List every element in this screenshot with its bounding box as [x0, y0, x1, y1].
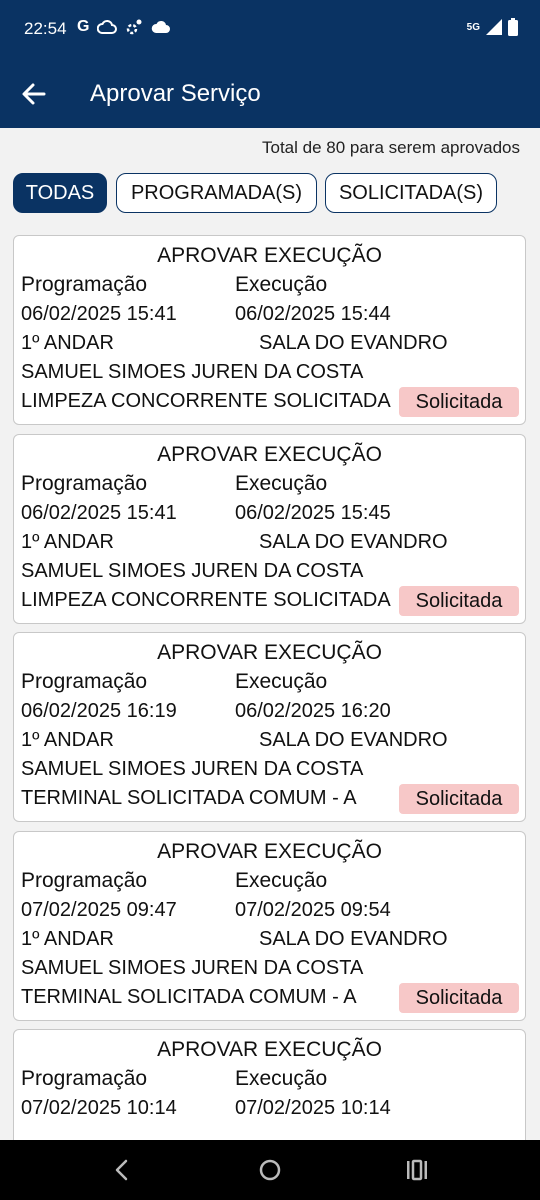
execucao-label: Execução	[235, 670, 328, 693]
network-type: 5G	[466, 21, 480, 33]
room-text: SALA DO EVANDRO	[259, 332, 448, 354]
service-card[interactable]: APROVAR EXECUÇÃO Programação Execução 06…	[13, 434, 526, 624]
nav-home-icon[interactable]	[254, 1154, 286, 1186]
programacao-label: Programação	[21, 869, 148, 892]
execucao-datetime: 07/02/2025 10:14	[235, 1097, 391, 1119]
person-name: SAMUEL SIMOES JUREN DA COSTA	[21, 758, 364, 780]
card-title: APROVAR EXECUÇÃO	[157, 840, 382, 863]
total-pending-text: Total de 80 para serem aprovados	[262, 138, 520, 157]
person-name: SAMUEL SIMOES JUREN DA COSTA	[21, 957, 364, 979]
notification-icons: G	[77, 18, 171, 36]
google-icon: G	[77, 18, 90, 35]
service-card[interactable]: APROVAR EXECUÇÃO Programação Execução 07…	[13, 831, 526, 1021]
nav-recents-icon[interactable]	[401, 1154, 433, 1186]
execucao-label: Execução	[235, 472, 328, 495]
room-text: SALA DO EVANDRO	[259, 729, 448, 751]
programacao-label: Programação	[21, 1067, 148, 1090]
programacao-datetime: 06/02/2025 16:19	[21, 700, 177, 722]
programacao-label: Programação	[21, 273, 148, 296]
programacao-label: Programação	[21, 670, 148, 693]
floor-text: 1º ANDAR	[21, 332, 114, 354]
floor-text: 1º ANDAR	[21, 928, 114, 950]
service-card[interactable]: APROVAR EXECUÇÃO Programação Execução 06…	[13, 632, 526, 822]
status-badge: Solicitada	[399, 387, 519, 417]
signal-icon	[486, 19, 502, 35]
card-title: APROVAR EXECUÇÃO	[157, 443, 382, 466]
execucao-datetime: 06/02/2025 15:44	[235, 303, 391, 325]
execucao-label: Execução	[235, 1067, 328, 1090]
programacao-datetime: 06/02/2025 15:41	[21, 303, 177, 325]
filter-chip-todas[interactable]: TODAS	[13, 173, 107, 213]
status-right: 5G	[467, 18, 518, 36]
person-name: SAMUEL SIMOES JUREN DA COSTA	[21, 560, 364, 582]
cloud-icon	[97, 19, 118, 34]
status-badge: Solicitada	[399, 784, 519, 814]
execucao-datetime: 07/02/2025 09:54	[235, 899, 391, 921]
service-card[interactable]: APROVAR EXECUÇÃO Programação Execução 07…	[13, 1029, 526, 1140]
filter-chip-solicitadas[interactable]: SOLICITADA(S)	[325, 173, 497, 213]
status-time: 22:54	[24, 19, 67, 38]
page-title: Aprovar Serviço	[90, 80, 261, 107]
service-type: TERMINAL SOLICITADA COMUM - A	[21, 787, 357, 809]
card-title: APROVAR EXECUÇÃO	[157, 244, 382, 267]
floor-text: 1º ANDAR	[21, 729, 114, 751]
status-badge: Solicitada	[399, 983, 519, 1013]
room-text: SALA DO EVANDRO	[259, 531, 448, 553]
status-badge: Solicitada	[399, 586, 519, 616]
service-type: LIMPEZA CONCORRENTE SOLICITADA	[21, 390, 391, 412]
floor-text: 1º ANDAR	[21, 531, 114, 553]
execucao-label: Execução	[235, 273, 328, 296]
execucao-datetime: 06/02/2025 15:45	[235, 502, 391, 524]
card-title: APROVAR EXECUÇÃO	[157, 1038, 382, 1061]
system-nav-bar	[0, 1140, 540, 1200]
service-type: TERMINAL SOLICITADA COMUM - A	[21, 986, 357, 1008]
programacao-datetime: 07/02/2025 10:14	[21, 1097, 177, 1119]
programacao-datetime: 06/02/2025 15:41	[21, 502, 177, 524]
service-type: LIMPEZA CONCORRENTE SOLICITADA	[21, 589, 391, 611]
nav-back-icon[interactable]	[106, 1154, 138, 1186]
battery-icon	[508, 18, 518, 36]
back-arrow-icon[interactable]	[18, 78, 50, 110]
service-card[interactable]: APROVAR EXECUÇÃO Programação Execução 06…	[13, 235, 526, 425]
programacao-datetime: 07/02/2025 09:47	[21, 899, 177, 921]
room-text: SALA DO EVANDRO	[259, 928, 448, 950]
filter-chip-programadas[interactable]: PROGRAMADA(S)	[116, 173, 317, 213]
card-title: APROVAR EXECUÇÃO	[157, 641, 382, 664]
execucao-label: Execução	[235, 869, 328, 892]
content-scroll-area[interactable]: Total de 80 para serem aprovados TODAS P…	[0, 128, 540, 1140]
execucao-datetime: 06/02/2025 16:20	[235, 700, 391, 722]
cloud-filled-icon	[152, 20, 171, 33]
status-bar: 22:54 G 5G	[0, 0, 540, 58]
settings-icon	[127, 19, 142, 35]
person-name: SAMUEL SIMOES JUREN DA COSTA	[21, 361, 364, 383]
app-bar: Aprovar Serviço	[0, 58, 540, 128]
programacao-label: Programação	[21, 472, 148, 495]
